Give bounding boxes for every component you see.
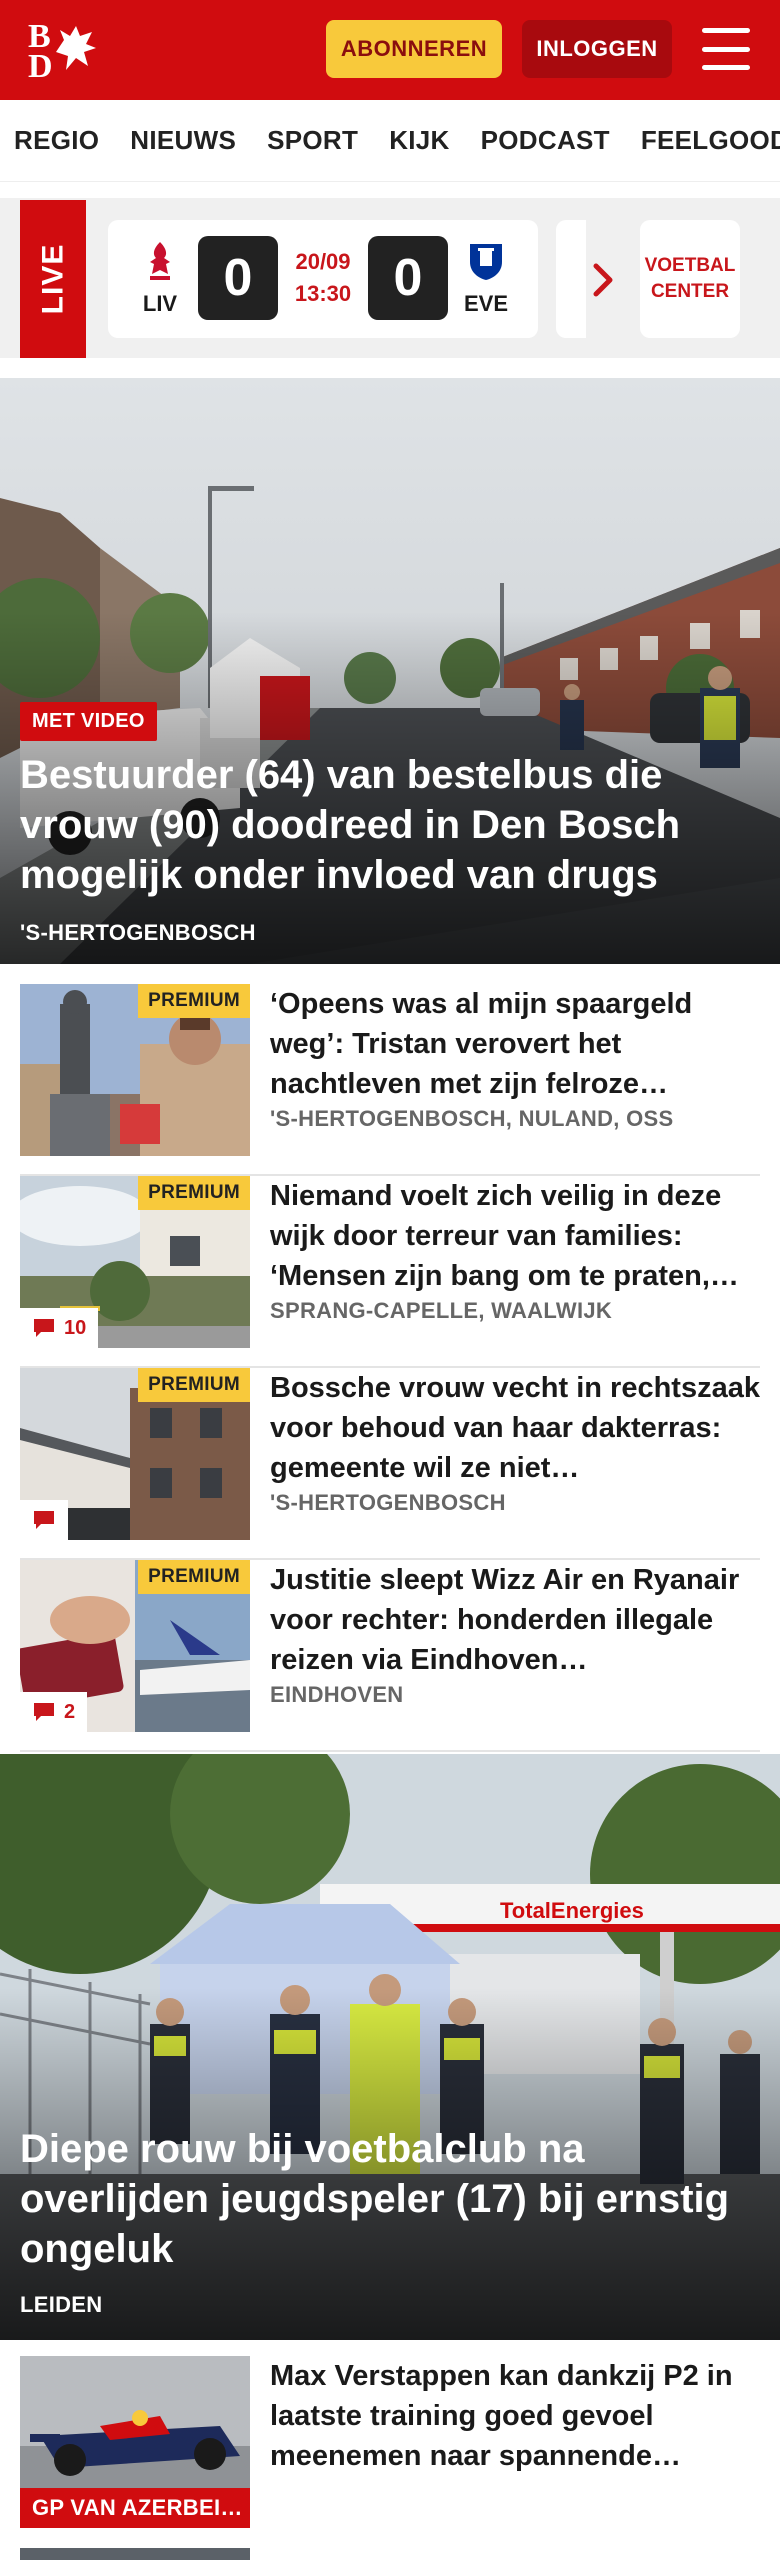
premium-badge: PREMIUM (138, 1560, 250, 1594)
nav-item-kijk[interactable]: KIJK (389, 125, 449, 156)
nav-item-sport[interactable]: SPORT (267, 125, 358, 156)
next-article-thumbnail (20, 2548, 250, 2560)
match-card[interactable]: LIV 0 20/09 13:30 0 EVE (108, 220, 538, 338)
liverpool-crest-icon (150, 242, 170, 280)
list-item[interactable]: PREMIUM ‘Opeens was al mijn spaargeld we… (20, 984, 760, 1176)
home-team: LIV (130, 240, 190, 317)
nav-item-nieuws[interactable]: NIEUWS (130, 125, 236, 156)
comment-count-value: 2 (64, 1700, 76, 1723)
voetbal-center-link[interactable]: VOETBAL CENTER (640, 220, 740, 338)
subscribe-button[interactable]: ABONNEREN (326, 20, 502, 78)
article-thumbnail: PREMIUM 2 (20, 1560, 250, 1732)
article-title[interactable]: Max Verstappen kan dankzij P2 in laatste… (270, 2356, 760, 2476)
list-item[interactable]: PREMIUM 2 Justitie sleept Wizz Air en Ry… (20, 1560, 760, 1752)
login-button[interactable]: INLOGGEN (522, 20, 672, 78)
list-item[interactable]: PREMIUM Bossche vrouw vecht in rechtszaa… (20, 1368, 760, 1560)
home-team-code: LIV (142, 291, 178, 316)
list-item[interactable]: PREMIUM 10 Niemand voelt zich veilig in … (20, 1176, 760, 1368)
hero-2-location: LEIDEN (20, 2292, 103, 2317)
dragon-icon (56, 26, 96, 70)
match-date: 20/09 (295, 249, 351, 274)
everton-crest-icon (470, 244, 502, 280)
hero-1-location: 'S-HERTOGENBOSCH (20, 920, 256, 945)
sign-text: TotalEnergies (500, 1898, 644, 1923)
site-logo[interactable]: B D (22, 16, 112, 85)
article-title[interactable]: Justitie sleept Wizz Air en Ryanair voor… (270, 1560, 760, 1680)
comment-count[interactable] (20, 1500, 68, 1540)
live-label: LIVE (20, 200, 86, 358)
next-match-card[interactable] (556, 220, 586, 338)
comment-icon (34, 1511, 54, 1529)
article-title[interactable]: ‘Opeens was al mijn spaargeld weg’: Tris… (270, 984, 760, 1104)
category-badge: GP VAN AZERBEI… (20, 2488, 250, 2528)
premium-badge: PREMIUM (138, 1368, 250, 1402)
premium-badge: PREMIUM (138, 1176, 250, 1210)
away-team: EVE (456, 240, 516, 317)
nav-item-podcast[interactable]: PODCAST (481, 125, 610, 156)
article-thumbnail: PREMIUM 10 (20, 1176, 250, 1348)
video-badge: MET VIDEO (20, 702, 157, 741)
match-datetime: 20/09 13:30 (278, 246, 368, 310)
hero-article-1[interactable]: MET VIDEO Bestuurder (64) van bestelbus … (0, 378, 780, 964)
home-score: 0 (198, 236, 278, 320)
article-location: SPRANG-CAPELLE, WAALWIJK (270, 1298, 613, 1323)
nav-item-regio[interactable]: REGIO (14, 125, 99, 156)
logo-letter-d: D (28, 48, 53, 85)
comment-icon (34, 1319, 54, 1337)
comment-count[interactable]: 2 (20, 1692, 88, 1732)
article-title[interactable]: Bossche vrouw vecht in rechtszaak voor b… (270, 1368, 760, 1488)
list-item[interactable]: GP VAN AZERBEI… Max Verstappen kan dankz… (20, 2356, 760, 2548)
article-thumbnail: PREMIUM (20, 984, 250, 1156)
away-team-code: EVE (463, 291, 509, 316)
section-nav: REGIO NIEUWS SPORT KIJK PODCAST FEELGOOD (0, 100, 780, 182)
comment-icon (34, 1703, 54, 1721)
nav-item-feelgood[interactable]: FEELGOOD (641, 125, 780, 156)
chevron-right-icon[interactable] (592, 262, 616, 298)
match-time: 13:30 (294, 281, 352, 306)
live-scores-bar: LIVE LIV 0 20/09 13:30 0 EVE VOETBAL CEN… (0, 198, 780, 358)
article-location: 'S-HERTOGENBOSCH (270, 1490, 506, 1515)
comment-count[interactable]: 10 (20, 1308, 99, 1348)
hero-article-2[interactable]: TotalEnergies Diepe rouw bij voetbalclub… (0, 1754, 780, 2340)
comment-count-value: 10 (64, 1316, 87, 1339)
site-header: B D ABONNEREN INLOGGEN (0, 0, 780, 100)
article-thumbnail: GP VAN AZERBEI… (20, 2356, 250, 2528)
hero-2-title[interactable]: Diepe rouw bij voetbalclub na overlijden… (20, 2124, 760, 2274)
menu-icon[interactable] (702, 28, 750, 70)
premium-badge: PREMIUM (138, 984, 250, 1018)
article-location: 'S-HERTOGENBOSCH, NULAND, OSS (270, 1106, 674, 1131)
away-score: 0 (368, 236, 448, 320)
next-article-title-edge (270, 2548, 760, 2560)
article-title[interactable]: Niemand voelt zich veilig in deze wijk d… (270, 1176, 760, 1296)
hero-1-title[interactable]: Bestuurder (64) van bestelbus die vrouw … (20, 750, 760, 900)
article-location: EINDHOVEN (270, 1682, 404, 1707)
article-thumbnail: PREMIUM (20, 1368, 250, 1540)
